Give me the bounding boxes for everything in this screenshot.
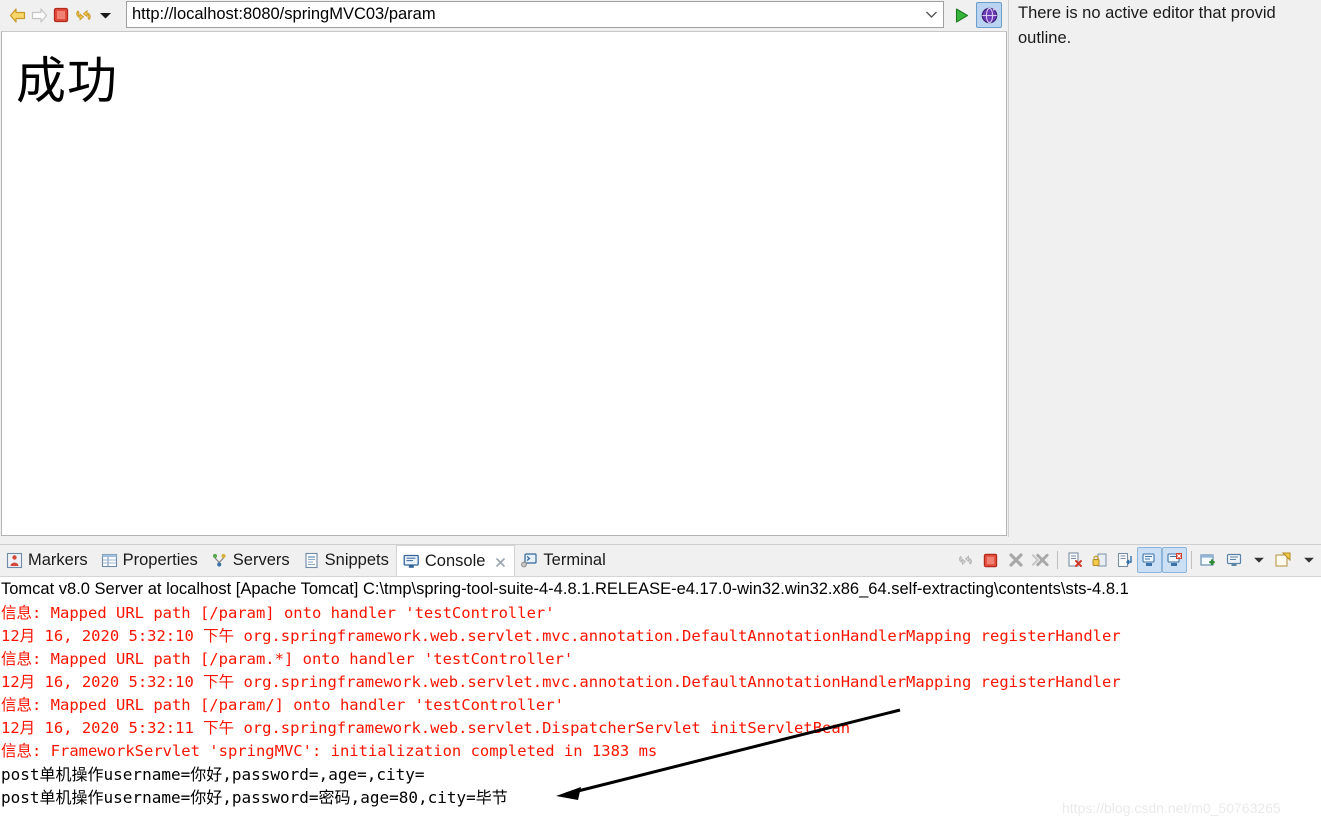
url-bar[interactable]: http://localhost:8080/springMVC03/param [126, 1, 944, 28]
console-line: 12月 16, 2020 5:32:10 下午 org.springframew… [1, 627, 1121, 645]
console-view-toolbar [953, 544, 1321, 576]
close-icon[interactable] [494, 555, 507, 568]
internal-browser-pane: http://localhost:8080/springMVC03/param … [0, 0, 1008, 537]
console-line: 信息: FrameworkServlet 'springMVC': initia… [1, 742, 658, 760]
word-wrap-icon[interactable] [1112, 547, 1137, 573]
show-console-on-error-icon[interactable] [1162, 547, 1187, 573]
console-line: 信息: Mapped URL path [/param] onto handle… [1, 604, 555, 622]
show-console-on-output-icon[interactable] [1137, 547, 1162, 573]
tab-label: Servers [232, 551, 290, 569]
tab-markers[interactable]: Markers [0, 545, 95, 576]
console-line: 12月 16, 2020 5:32:11 下午 org.springframew… [1, 719, 851, 737]
outline-view: There is no active editor that provid ou… [1008, 0, 1321, 537]
tab-label: Console [424, 551, 486, 570]
markers-icon [6, 552, 23, 569]
console-icon [403, 553, 420, 570]
application-window: http://localhost:8080/springMVC03/param … [0, 0, 1321, 825]
tab-properties[interactable]: Properties [95, 545, 205, 576]
url-history-dropdown-icon[interactable] [919, 2, 943, 27]
open-console-icon[interactable] [1271, 547, 1296, 573]
display-selected-console-icon[interactable] [1221, 547, 1246, 573]
toolbar-separator [1057, 551, 1058, 569]
tab-servers[interactable]: Servers [205, 545, 297, 576]
tab-label: Properties [122, 551, 198, 569]
pin-console-icon[interactable] [1196, 547, 1221, 573]
console-process-label: Tomcat v8.0 Server at localhost [Apache … [1, 580, 1129, 598]
terminal-icon [521, 552, 538, 569]
console-line: 信息: Mapped URL path [/param/] onto handl… [1, 696, 564, 714]
tab-terminal[interactable]: Terminal [515, 545, 612, 576]
scroll-lock-icon[interactable] [1087, 547, 1112, 573]
back-arrow-icon[interactable] [6, 3, 28, 27]
open-web-browser-icon[interactable] [976, 2, 1002, 28]
servers-icon [211, 552, 228, 569]
remove-launch-icon[interactable] [1003, 547, 1028, 573]
tab-snippets[interactable]: Snippets [297, 545, 396, 576]
outline-message-line-1: There is no active editor that provid [1018, 4, 1276, 22]
refresh-icon[interactable] [72, 3, 94, 27]
tab-label: Markers [28, 551, 88, 569]
console-dropdown-icon[interactable] [1246, 547, 1271, 573]
tab-label: Snippets [324, 551, 389, 569]
console-output[interactable]: 信息: Mapped URL path [/param] onto handle… [1, 602, 1321, 825]
url-input[interactable]: http://localhost:8080/springMVC03/param [127, 5, 919, 24]
console-line: post单机操作username=你好,password=,age=,city= [1, 765, 425, 784]
console-line: 12月 16, 2020 5:32:10 下午 org.springframew… [1, 673, 1121, 691]
outline-empty-message: There is no active editor that provid ou… [1018, 1, 1321, 51]
page-title: 成功 [16, 52, 118, 110]
remove-all-launches-icon[interactable] [1028, 547, 1053, 573]
tab-console[interactable]: Console [395, 545, 516, 576]
console-line: 信息: Mapped URL path [/param.*] onto hand… [1, 650, 574, 668]
refresh-icon[interactable] [953, 547, 978, 573]
browser-viewport: 成功 [1, 31, 1007, 536]
chevron-down-icon[interactable] [94, 3, 116, 27]
outline-message-line-2: outline. [1018, 29, 1072, 47]
tab-label: Terminal [543, 551, 606, 569]
view-menu-icon[interactable] [1296, 547, 1321, 573]
snippets-icon [303, 552, 320, 569]
toolbar-separator [1191, 551, 1192, 569]
properties-icon [101, 552, 118, 569]
clear-console-icon[interactable] [1062, 547, 1087, 573]
watermark: https://blog.csdn.net/m0_50763265 [1062, 800, 1281, 816]
run-play-icon[interactable] [948, 3, 974, 27]
forward-arrow-icon[interactable] [28, 3, 50, 27]
terminate-stop-icon[interactable] [978, 547, 1003, 573]
console-view: Tomcat v8.0 Server at localhost [Apache … [0, 576, 1321, 825]
stop-icon[interactable] [50, 3, 72, 27]
